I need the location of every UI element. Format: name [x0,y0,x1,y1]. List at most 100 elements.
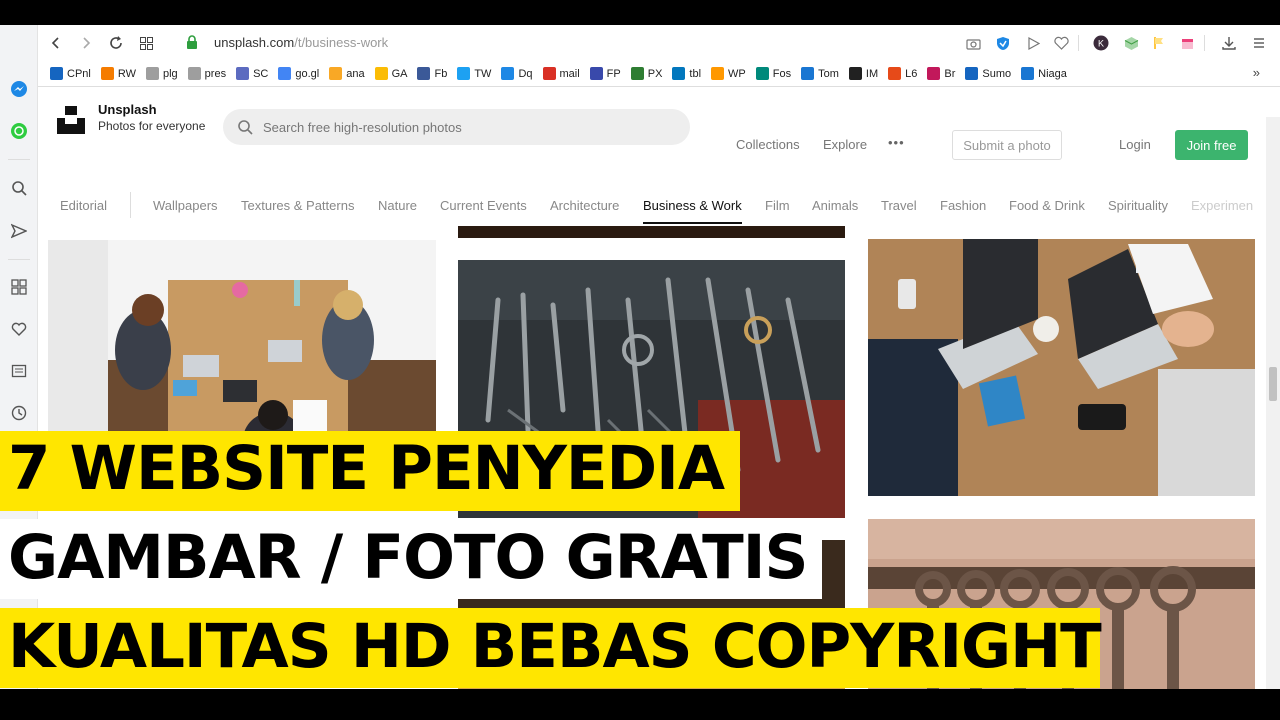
search-input[interactable] [263,109,673,145]
apps-grid-icon[interactable] [9,277,29,297]
bookmark-go-gl[interactable]: go.gl [278,67,319,80]
tumblr-icon [801,67,815,80]
bookmark-dq[interactable]: Dq [501,67,533,80]
category-textures-patterns[interactable]: Textures & Patterns [241,198,354,213]
clock-icon[interactable] [9,403,29,423]
search-icon[interactable] [9,178,29,198]
back-icon[interactable] [46,33,66,53]
photo-tile[interactable] [868,239,1255,496]
submit-photo-button[interactable]: Submit a photo [952,130,1062,160]
category-film[interactable]: Film [765,198,790,213]
heart-icon[interactable] [9,319,29,339]
brand[interactable]: Unsplash Photos for everyone [98,102,205,133]
category-fashion[interactable]: Fashion [940,198,986,213]
login-link[interactable]: Login [1119,137,1151,152]
bookmark-fp[interactable]: FP [589,67,621,80]
bookmark-ana[interactable]: ana [329,67,365,80]
join-free-button[interactable]: Join free [1175,130,1248,160]
bookmark-ga[interactable]: GA [374,67,407,80]
bookmark-niaga[interactable]: Niaga [1021,67,1067,80]
bookmark-label: plg [162,67,178,80]
lock-icon[interactable] [186,35,198,54]
category-wallpapers[interactable]: Wallpapers [153,198,218,213]
bookmark-label: PX [647,67,663,80]
bookmark-cpnl[interactable]: CPnl [50,67,91,80]
unsplash-logo-icon[interactable] [56,104,86,139]
favorite-heart-icon[interactable] [1052,34,1070,52]
extension-flag-icon[interactable] [1150,34,1168,52]
bookmarks-more-icon[interactable]: » [1253,65,1260,80]
category-travel[interactable]: Travel [881,198,917,213]
bookmark-im[interactable]: IM [848,67,878,80]
tabs-grid-icon[interactable] [136,33,156,53]
category-nav: Editorial Wallpapers Textures & Patterns… [38,186,1266,226]
category-animals[interactable]: Animals [812,198,858,213]
category-editorial[interactable]: Editorial [60,198,107,213]
bookmarks-bar: CPnl RW plg pres SC go.gl ana GA Fb TW Dq mail FP PX t… [38,61,1280,87]
category-business-work[interactable]: Business & Work [643,198,742,213]
search-box [223,109,690,145]
fanpage-icon [589,67,603,80]
bookmark-label: Dq [518,67,533,80]
explore-link[interactable]: Explore [823,137,867,152]
more-menu-icon[interactable]: ••• [888,135,905,150]
messenger-icon[interactable] [9,79,29,99]
cpanel-icon [50,67,63,80]
browser-window: unsplash.com/t/business-work K CPnl RW p… [0,25,1280,689]
category-current-events[interactable]: Current Events [440,198,527,213]
collections-link[interactable]: Collections [736,137,800,152]
bookmark-label: Fb [434,67,448,80]
extension-cube-icon[interactable] [1122,34,1140,52]
scrollbar[interactable] [1266,117,1280,689]
bookmark-tbl[interactable]: tbl [672,67,701,80]
reload-icon[interactable] [106,33,126,53]
camera-icon[interactable] [964,34,982,52]
google-icon [278,67,292,80]
bookmark-wp[interactable]: WP [711,67,746,80]
shield-icon[interactable] [994,34,1012,52]
profile-k-icon[interactable]: K [1092,34,1110,52]
download-icon[interactable] [1220,34,1238,52]
notes-icon[interactable] [9,361,29,381]
bookmark-tw[interactable]: TW [457,67,491,80]
blogger-icon [100,67,114,80]
bookmark-px[interactable]: PX [630,67,663,80]
l6-icon [888,67,902,80]
table-icon [672,67,686,80]
bookmark-tom[interactable]: Tom [801,67,839,80]
photo-tile[interactable] [458,226,845,238]
video-frame: unsplash.com/t/business-work K CPnl RW p… [0,0,1280,720]
scrollbar-thumb[interactable] [1269,367,1277,401]
bookmark-sumo[interactable]: Sumo [965,67,1011,80]
bookmark-fos[interactable]: Fos [755,67,791,80]
whatsapp-icon[interactable] [9,121,29,141]
category-food-drink[interactable]: Food & Drink [1009,198,1085,213]
bookmark-rw[interactable]: RW [100,67,136,80]
forward-icon[interactable] [76,33,96,53]
bookmark-label: Tom [818,67,839,80]
extension-box-icon[interactable] [1178,34,1196,52]
bookmark-pres[interactable]: pres [187,67,226,80]
address-bar: unsplash.com/t/business-work K [38,25,1280,61]
category-spirituality[interactable]: Spirituality [1108,198,1168,213]
bookmark-mail[interactable]: mail [542,67,580,80]
bookmark-plg[interactable]: plg [145,67,178,80]
bookmark-l6[interactable]: L6 [888,67,917,80]
menu-icon[interactable] [1250,34,1268,52]
fos-icon [755,67,769,80]
facebook-icon [417,67,431,80]
bookmark-fb[interactable]: Fb [417,67,447,80]
bookmark-sc[interactable]: SC [236,67,268,80]
play-icon[interactable] [1024,34,1042,52]
bookmark-label: CPnl [67,67,91,80]
svg-text:K: K [1098,39,1104,49]
caption-line-2: GAMBAR / FOTO GRATIS [0,519,822,599]
send-icon[interactable] [9,221,29,241]
bookmark-label: Br [944,67,956,80]
search-icon [238,120,253,135]
category-nature[interactable]: Nature [378,198,417,213]
bookmark-br[interactable]: Br [927,67,955,80]
url-field[interactable]: unsplash.com/t/business-work [214,35,388,50]
category-experimental[interactable]: Experimen [1191,198,1253,213]
category-architecture[interactable]: Architecture [550,198,619,213]
